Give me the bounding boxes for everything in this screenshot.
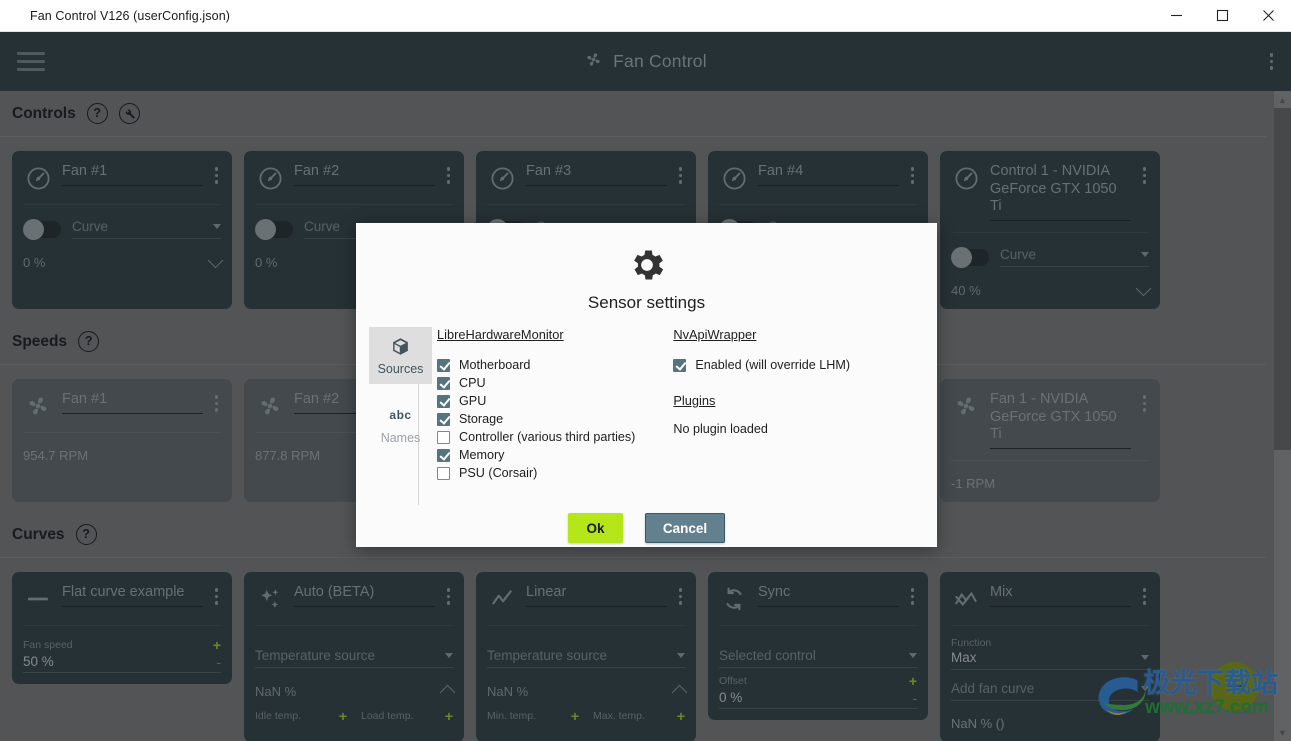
abc-icon: abc [389,408,412,422]
nvapi-column: NvApiWrapper Enabled (will override LHM)… [673,327,850,505]
checkbox-row[interactable]: Motherboard [437,356,635,374]
checkbox-label: PSU (Corsair) [459,466,538,480]
checkbox-row[interactable]: Enabled (will override LHM) [673,356,850,374]
dialog-actions: Ok Cancel [356,513,937,543]
dialog-body: Sources abc Names LibreHardwareMonitor M… [356,327,937,505]
cancel-button[interactable]: Cancel [645,513,725,543]
maximize-icon[interactable] [1199,0,1245,32]
checkbox-controller[interactable] [437,430,450,444]
dialog-tab-list: Sources abc Names [356,327,432,505]
checkbox-nvapi-enabled[interactable] [673,358,687,372]
checkbox-memory[interactable] [437,448,450,462]
checkbox-label: GPU [459,394,487,408]
lhm-heading: LibreHardwareMonitor [437,327,564,342]
dialog-title: Sensor settings [587,293,706,312]
plugins-note: No plugin loaded [673,422,768,436]
tab-sources-label: Sources [377,362,424,376]
tab-names-label: Names [380,431,421,445]
gear-icon [633,250,663,280]
checkbox-label: Motherboard [459,358,531,372]
checkbox-storage[interactable] [437,412,450,426]
close-icon[interactable] [1245,0,1291,32]
checkbox-row[interactable]: Controller (various third parties) [437,428,635,446]
checkbox-gpu[interactable] [437,394,450,408]
sensor-settings-dialog: Sensor settings Sources abc Names LibreH… [356,223,937,547]
checkbox-label: Controller (various third parties) [459,430,636,444]
checkbox-row[interactable]: PSU (Corsair) [437,464,635,482]
ok-button[interactable]: Ok [568,513,623,543]
checkbox-label: Enabled (will override LHM) [695,358,851,372]
plugins-heading: Plugins [673,393,716,408]
checkbox-row[interactable]: Memory [437,446,635,464]
window-title: Fan Control V126 (userConfig.json) [30,8,231,23]
checkbox-motherboard[interactable] [437,358,450,372]
app-window: Fan Control V126 (userConfig.json) Fan C… [0,0,1291,741]
checkbox-row[interactable]: Storage [437,410,635,428]
lhm-column: LibreHardwareMonitor Motherboard CPU GPU [437,327,635,505]
checkbox-label: Storage [459,412,504,426]
checkbox-row[interactable]: GPU [437,392,635,410]
window-titlebar: Fan Control V126 (userConfig.json) [0,0,1291,32]
checkbox-label: CPU [459,376,486,390]
checkbox-cpu[interactable] [437,376,450,390]
dialog-columns: LibreHardwareMonitor Motherboard CPU GPU [419,327,937,505]
checkbox-label: Memory [459,448,505,462]
nvapi-heading: NvApiWrapper [673,327,757,342]
minimize-icon[interactable] [1153,0,1199,32]
checkbox-row[interactable]: CPU [437,374,635,392]
cube-icon [390,335,411,357]
window-controls [1153,0,1291,32]
checkbox-psu[interactable] [437,466,450,480]
